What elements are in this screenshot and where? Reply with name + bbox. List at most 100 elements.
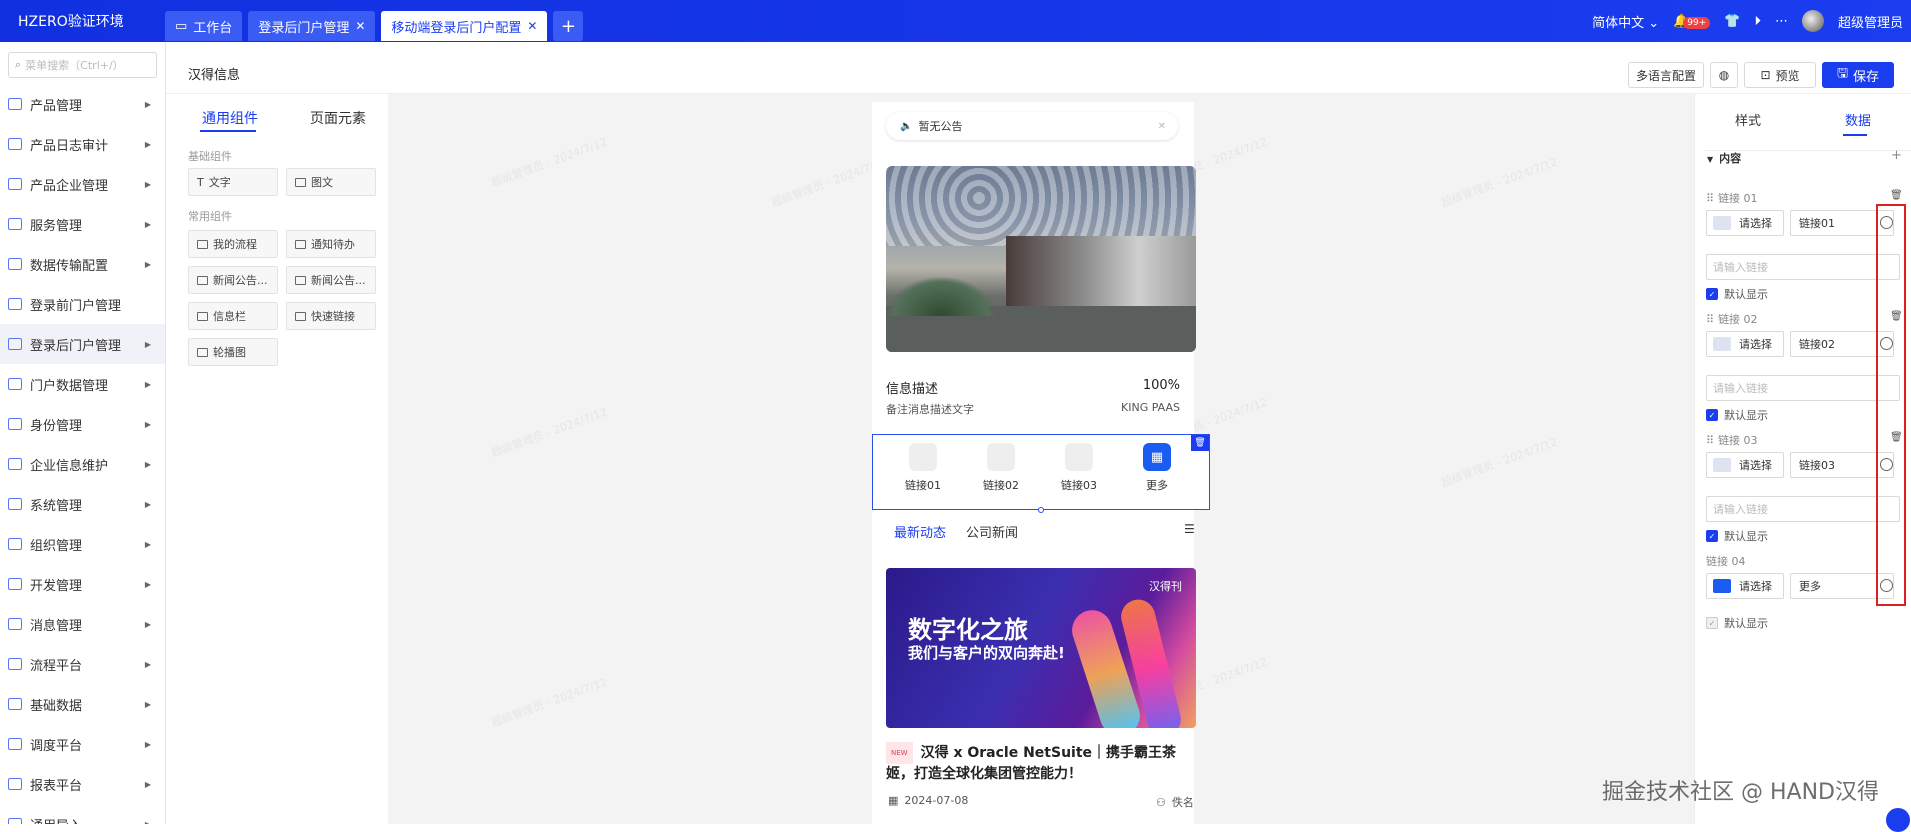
- menu-icon: [8, 778, 22, 790]
- icon-select[interactable]: 请选择: [1706, 331, 1784, 357]
- link-url-input[interactable]: 请输入链接: [1706, 496, 1900, 522]
- trash-icon[interactable]: 🗑: [1890, 190, 1903, 201]
- sidebar-item[interactable]: 门户数据管理 ▶: [0, 364, 165, 404]
- sidebar-item-label: 消息管理: [30, 618, 83, 634]
- tab-portal-management[interactable]: 登录后门户管理 ✕: [248, 11, 376, 41]
- link-url-input[interactable]: 请输入链接: [1706, 254, 1900, 280]
- add-icon[interactable]: +: [1891, 148, 1902, 163]
- quick-links-component[interactable]: 链接01 链接02 链接03 ▦ 更多 🗑: [872, 434, 1210, 513]
- component-carousel[interactable]: 轮播图: [188, 338, 278, 366]
- component-text[interactable]: T 文字: [188, 168, 278, 196]
- sidebar-item[interactable]: 系统管理 ▶: [0, 484, 165, 524]
- sidebar-item-label: 身份管理: [30, 418, 83, 434]
- tab-mobile-portal-config[interactable]: 移动端登录后门户配置 ✕: [381, 11, 548, 41]
- tab-workbench[interactable]: ▭ 工作台: [165, 11, 243, 41]
- sidebar-item[interactable]: 数据传输配置 ▶: [0, 244, 165, 284]
- tab-common-components[interactable]: 通用组件: [202, 108, 258, 128]
- icon-select[interactable]: 请选择: [1706, 573, 1784, 599]
- icon-select[interactable]: 请选择: [1706, 210, 1784, 236]
- tab-latest-news[interactable]: 最新动态: [894, 522, 946, 541]
- multilang-config-button[interactable]: 多语言配置: [1628, 62, 1704, 88]
- default-display-checkbox[interactable]: ✓ 默认显示: [1706, 407, 1768, 423]
- menu-search-input[interactable]: ⌕ 菜单搜索（Ctrl+/）: [8, 52, 157, 78]
- sidebar-item[interactable]: 产品日志审计 ▶: [0, 124, 165, 164]
- drag-handle-icon[interactable]: ⠿: [1706, 434, 1714, 447]
- list-icon[interactable]: ☰: [1184, 522, 1195, 536]
- component-my-process[interactable]: 我的流程: [188, 230, 278, 258]
- delete-icon[interactable]: 🗑: [1191, 435, 1209, 451]
- sidebar-item[interactable]: 身份管理 ▶: [0, 404, 165, 444]
- tab-data[interactable]: 数据: [1845, 110, 1871, 129]
- sidebar-item[interactable]: 流程平台 ▶: [0, 644, 165, 684]
- play-icon[interactable]: ⏵: [1754, 14, 1761, 29]
- sidebar-item[interactable]: 登录前门户管理: [0, 284, 165, 324]
- notification-badge: 99+: [1683, 16, 1711, 29]
- palette-button[interactable]: ◍: [1710, 62, 1738, 88]
- sidebar-item[interactable]: 消息管理 ▶: [0, 604, 165, 644]
- shirt-icon[interactable]: 👕: [1724, 14, 1740, 29]
- component-news-1[interactable]: 新闻公告...: [188, 266, 278, 294]
- more-icon[interactable]: ⋯: [1775, 14, 1788, 29]
- menu-icon: [8, 698, 22, 710]
- sidebar-item[interactable]: 产品企业管理 ▶: [0, 164, 165, 204]
- card-icon: [197, 239, 208, 249]
- content-section-header[interactable]: ▼ 内容: [1707, 150, 1741, 166]
- sidebar-item[interactable]: 组织管理 ▶: [0, 524, 165, 564]
- carousel-banner-image[interactable]: [886, 166, 1196, 352]
- sidebar-item-label: 门户数据管理: [30, 378, 109, 394]
- news-title[interactable]: NEW 汉得 x Oracle NetSuite｜携手霸王茶姬，打造全球化集团管控…: [886, 742, 1196, 784]
- component-notice-todo[interactable]: 通知待办: [286, 230, 376, 258]
- language-select[interactable]: 简体中文 ⌄: [1592, 12, 1659, 31]
- tab-company-news[interactable]: 公司新闻: [966, 522, 1018, 541]
- quick-link-02[interactable]: 链接02: [971, 443, 1031, 493]
- news-banner-image[interactable]: 数字化之旅 我们与客户的双向奔赴! 汉得刊: [886, 568, 1196, 728]
- sidebar-item-label: 产品日志审计: [30, 138, 109, 154]
- quick-link-03[interactable]: 链接03: [1049, 443, 1109, 493]
- sidebar-item[interactable]: 登录后门户管理 ▶: [0, 324, 165, 364]
- preview-button[interactable]: ⊡ 预览: [1744, 62, 1816, 88]
- avatar[interactable]: [1801, 10, 1824, 32]
- chevron-right-icon: ▶: [144, 459, 151, 469]
- help-button[interactable]: [1886, 808, 1910, 832]
- notification-bell[interactable]: 🔔99+: [1673, 14, 1711, 29]
- close-icon[interactable]: ✕: [1158, 121, 1166, 132]
- tab-page-elements[interactable]: 页面元素: [310, 108, 366, 128]
- brand-title: HZERO验证环境: [18, 14, 124, 30]
- sidebar-item-label: 调度平台: [30, 738, 83, 754]
- save-button[interactable]: 🖫 保存: [1822, 62, 1894, 88]
- component-news-2[interactable]: 新闻公告...: [286, 266, 376, 294]
- notice-bar[interactable]: 🔈 暂无公告 ✕: [886, 112, 1178, 140]
- quick-link-more[interactable]: ▦ 更多: [1127, 443, 1187, 493]
- icon-select[interactable]: 请选择: [1706, 452, 1784, 478]
- add-tab-button[interactable]: +: [553, 11, 584, 41]
- component-info-bar[interactable]: 信息栏: [188, 302, 278, 330]
- component-quick-links[interactable]: 快速链接: [286, 302, 376, 330]
- sidebar-item[interactable]: 服务管理 ▶: [0, 204, 165, 244]
- default-display-checkbox[interactable]: ✓ 默认显示: [1706, 528, 1768, 544]
- component-image-text[interactable]: 图文: [286, 168, 376, 196]
- close-icon[interactable]: ✕: [355, 19, 365, 33]
- drag-handle-icon[interactable]: ⠿: [1706, 192, 1714, 205]
- sidebar-item[interactable]: 产品管理 ▶: [0, 84, 165, 124]
- quick-link-01[interactable]: 链接01: [893, 443, 953, 493]
- default-display-checkbox[interactable]: ✓ 默认显示: [1706, 286, 1768, 302]
- tab-style[interactable]: 样式: [1735, 110, 1761, 129]
- default-display-checkbox[interactable]: ✓ 默认显示: [1706, 615, 1768, 631]
- sidebar-item[interactable]: 调度平台 ▶: [0, 724, 165, 764]
- drag-handle-icon[interactable]: ⠿: [1706, 313, 1714, 326]
- sidebar-item[interactable]: 企业信息维护 ▶: [0, 444, 165, 484]
- icon-thumbnail: [1713, 337, 1731, 351]
- sidebar-item[interactable]: 通用导入 ▶: [0, 804, 165, 824]
- info-subtitle: 备注消息描述文字: [886, 403, 974, 416]
- sidebar-item[interactable]: 开发管理 ▶: [0, 564, 165, 604]
- resize-handle[interactable]: [1038, 507, 1044, 513]
- sidebar-item[interactable]: 基础数据 ▶: [0, 684, 165, 724]
- user-name[interactable]: 超级管理员: [1838, 12, 1903, 31]
- sidebar-item-label: 服务管理: [30, 218, 83, 234]
- sidebar-item-label: 通用导入: [30, 815, 82, 825]
- chevron-right-icon: ▶: [144, 219, 151, 229]
- close-icon[interactable]: ✕: [527, 19, 537, 33]
- page-header: 汉得信息 多语言配置 ◍ ⊡ 预览 🖫 保存: [166, 42, 1911, 94]
- sidebar-item[interactable]: 报表平台 ▶: [0, 764, 165, 804]
- link-url-input[interactable]: 请输入链接: [1706, 375, 1900, 401]
